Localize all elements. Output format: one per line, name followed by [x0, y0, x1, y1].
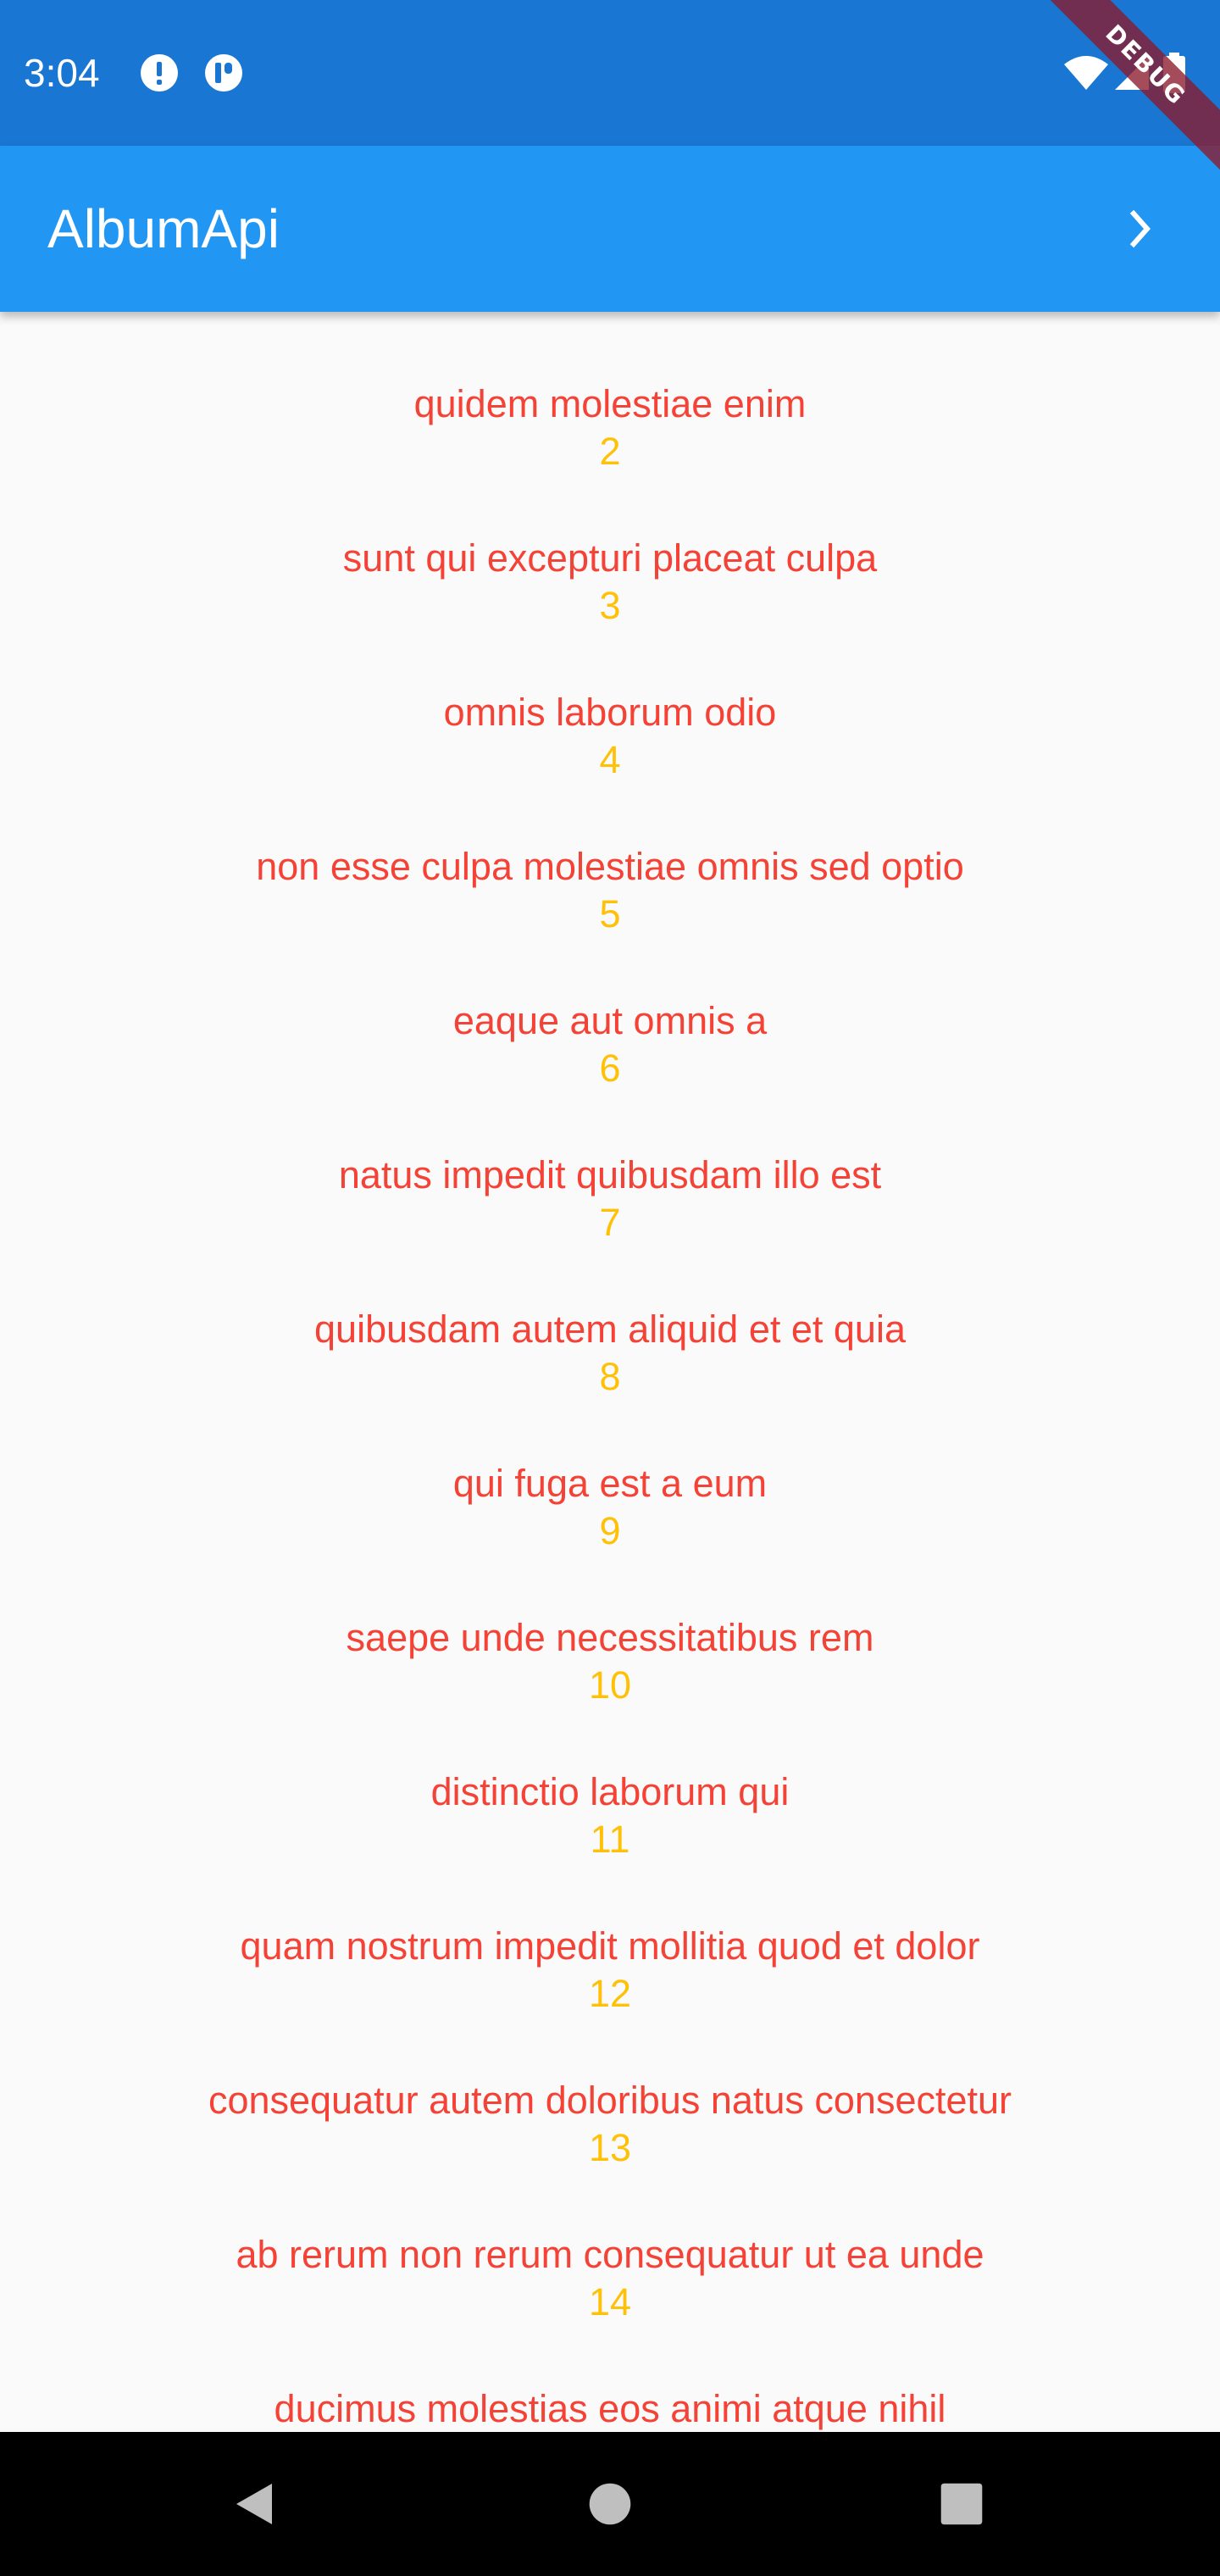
- list-item[interactable]: natus impedit quibusdam illo est 7: [0, 1122, 1220, 1276]
- album-id: 4: [599, 738, 621, 781]
- album-title: quam nostrum impedit mollitia quod et do…: [240, 1924, 980, 1968]
- album-title: ducimus molestias eos animi atque nihil: [274, 2387, 946, 2430]
- album-id: 3: [599, 584, 621, 627]
- list-item[interactable]: consequatur autem doloribus natus consec…: [0, 2047, 1220, 2201]
- album-title: omnis laborum odio: [443, 691, 777, 734]
- album-title: sunt qui excepturi placeat culpa: [342, 536, 878, 580]
- album-id: 11: [590, 1818, 630, 1861]
- album-id: 5: [599, 892, 621, 935]
- app-title: AlbumApi: [47, 198, 280, 259]
- list-item[interactable]: quidem molestiae enim1: [0, 312, 1220, 351]
- home-icon: [589, 2483, 631, 2525]
- signal-icon: [1112, 53, 1152, 93]
- album-title: natus impedit quibusdam illo est: [338, 1153, 882, 1196]
- album-title: consequatur autem doloribus natus consec…: [208, 2079, 1012, 2122]
- album-id: 9: [599, 1509, 621, 1552]
- album-id: 2: [599, 430, 621, 473]
- album-title: quibusdam autem aliquid et et quia: [314, 1307, 906, 1351]
- album-title: saepe unde necessitatibus rem: [346, 1616, 874, 1659]
- recents-icon: [940, 2483, 983, 2525]
- list-item[interactable]: sunt qui excepturi placeat culpa 3: [0, 505, 1220, 659]
- back-button[interactable]: [217, 2466, 293, 2542]
- navigation-bar: [0, 2432, 1220, 2576]
- album-title: non esse culpa molestiae omnis sed optio: [256, 845, 964, 888]
- album-id: 13: [588, 2126, 632, 2169]
- list-item[interactable]: non esse culpa molestiae omnis sed optio…: [0, 813, 1220, 968]
- wifi-icon: [1062, 53, 1110, 93]
- list-item[interactable]: ab rerum non rerum consequatur ut ea und…: [0, 2201, 1220, 2356]
- list-item[interactable]: omnis laborum odio 4: [0, 659, 1220, 813]
- album-list[interactable]: quidem molestiae enim1quidem molestiae e…: [0, 312, 1220, 2432]
- alert-circle-icon: [139, 53, 180, 93]
- list-item[interactable]: quidem molestiae enim 2: [0, 351, 1220, 505]
- battery-icon: [1161, 53, 1188, 93]
- list-item[interactable]: eaque aut omnis a6: [0, 968, 1220, 1122]
- album-title: distinctio laborum qui: [430, 1770, 790, 1813]
- list-item[interactable]: quam nostrum impedit mollitia quod et do…: [0, 1893, 1220, 2047]
- list-item[interactable]: quibusdam autem aliquid et et quia 8: [0, 1276, 1220, 1430]
- back-icon: [236, 2484, 272, 2524]
- home-button[interactable]: [572, 2466, 648, 2542]
- album-id: 6: [599, 1046, 621, 1090]
- status-bar: 3:04: [0, 0, 1220, 146]
- app-screen: 3:04 DEBUG AlbumApi quidem molestiae eni…: [0, 0, 1220, 2576]
- album-id: 10: [588, 1663, 632, 1707]
- list-item[interactable]: qui fuga est a eum 9: [0, 1430, 1220, 1585]
- recents-button[interactable]: [923, 2466, 1000, 2542]
- forward-button[interactable]: [1108, 197, 1173, 261]
- album-title: qui fuga est a eum: [452, 1462, 768, 1505]
- status-time: 3:04: [24, 51, 100, 95]
- album-list-content: quidem molestiae enim1quidem molestiae e…: [0, 312, 1220, 2432]
- chevron-right-icon: [1129, 209, 1151, 248]
- list-item[interactable]: ducimus molestias eos animi atque nihil1…: [0, 2356, 1220, 2432]
- list-item[interactable]: distinctio laborum qui 11: [0, 1739, 1220, 1893]
- album-title: ab rerum non rerum consequatur ut ea und…: [236, 2233, 984, 2276]
- album-title: quidem molestiae enim: [413, 382, 807, 425]
- album-id: 12: [588, 1972, 632, 2015]
- list-item[interactable]: saepe unde necessitatibus rem 10: [0, 1585, 1220, 1739]
- app-bar: AlbumApi: [0, 146, 1220, 312]
- album-title: eaque aut omnis a: [452, 999, 768, 1042]
- app-notification-icon: [203, 53, 244, 93]
- album-id: 8: [599, 1355, 621, 1398]
- album-id: 7: [599, 1201, 621, 1244]
- album-id: 14: [588, 2280, 632, 2323]
- album-id: 1: [599, 312, 620, 321]
